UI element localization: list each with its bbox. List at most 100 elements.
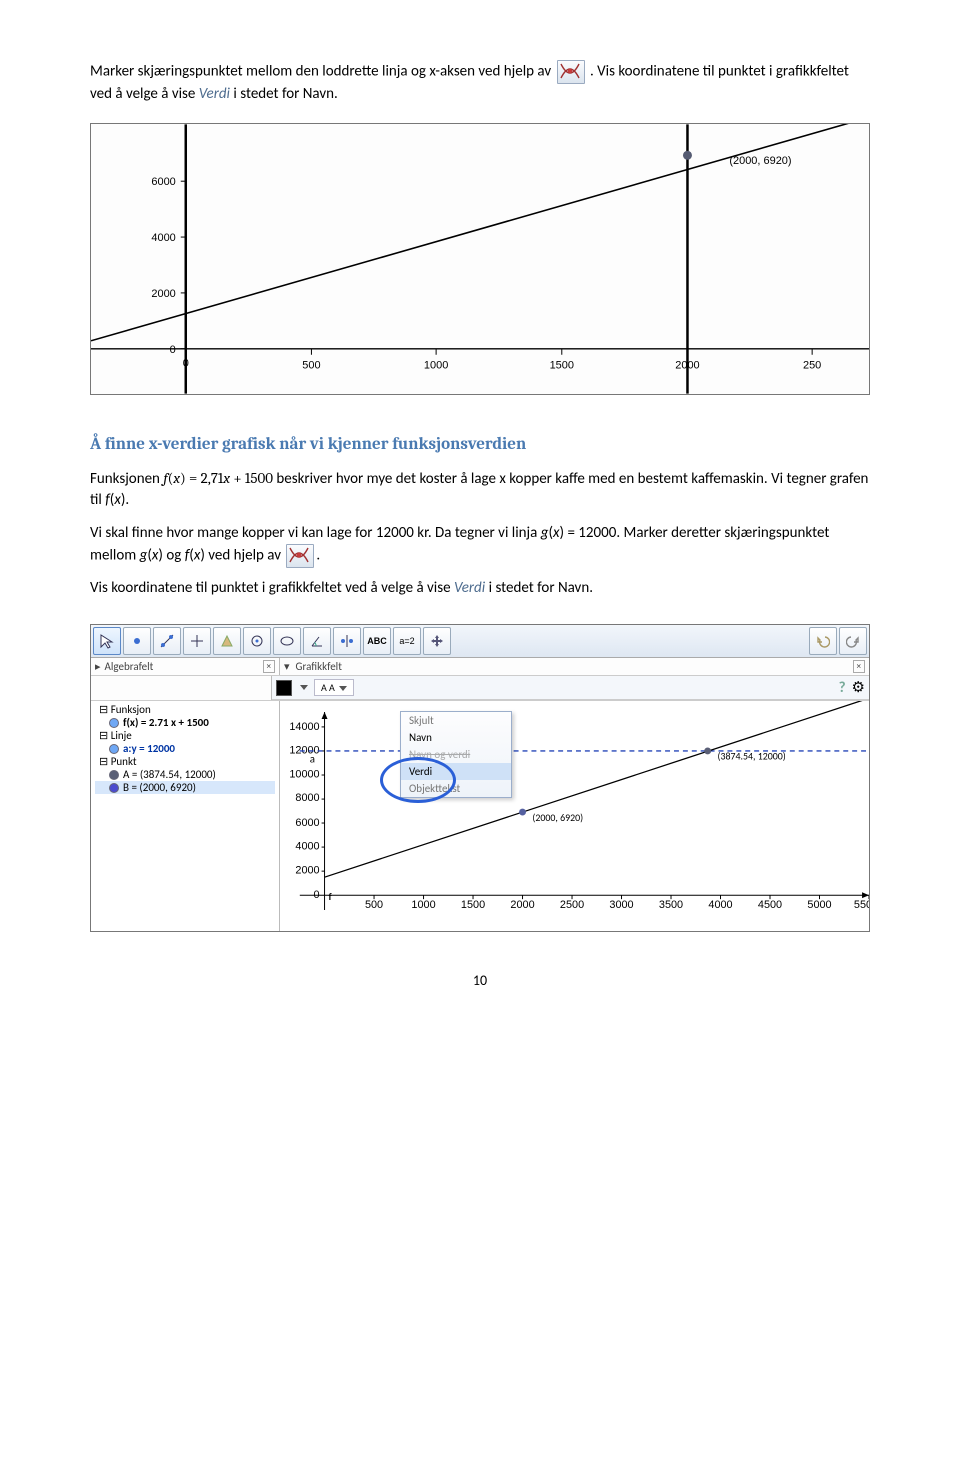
page-number: 10 bbox=[90, 972, 870, 989]
chart-svg-1: 0 2000 4000 6000 0 500 1000 1500 2000 25… bbox=[91, 124, 869, 394]
svg-text:(3874.54, 12000): (3874.54, 12000) bbox=[718, 751, 786, 763]
formula: f(x) = 2,71x + 1500 bbox=[163, 469, 273, 487]
svg-text:2000: 2000 bbox=[510, 899, 534, 911]
svg-text:4000: 4000 bbox=[295, 841, 319, 853]
text: . bbox=[316, 547, 320, 565]
svg-text:1500: 1500 bbox=[550, 360, 574, 372]
help-icon[interactable]: ? bbox=[839, 679, 846, 697]
color-picker[interactable] bbox=[276, 680, 292, 696]
paragraph-3: Vi skal finne hvor mange kopper vi kan l… bbox=[90, 523, 870, 568]
intersect-icon bbox=[286, 544, 314, 568]
tool-angle[interactable] bbox=[303, 627, 331, 655]
section-linje: Linje bbox=[111, 729, 132, 742]
svg-text:8000: 8000 bbox=[295, 792, 319, 804]
text: ) og bbox=[158, 547, 184, 565]
chart-svg-2: 0 2000 4000 6000 8000 10000 12000 14000 … bbox=[280, 701, 869, 931]
tool-reflect[interactable] bbox=[333, 627, 361, 655]
paragraph-4: Vis koordinatene til punktet i grafikkfe… bbox=[90, 578, 870, 599]
app-screenshot: ABC a=2 ▸ Algebrafelt × ▾ Grafikkfelt × … bbox=[90, 624, 870, 932]
tool-point[interactable] bbox=[123, 627, 151, 655]
close-icon[interactable]: × bbox=[263, 660, 275, 673]
text: i stedet for Navn. bbox=[233, 85, 337, 103]
graph-title: Grafikkfelt bbox=[296, 660, 342, 673]
svg-text:1000: 1000 bbox=[424, 360, 448, 372]
text: ). bbox=[121, 491, 129, 509]
svg-text:500: 500 bbox=[365, 899, 383, 911]
tool-poly[interactable] bbox=[213, 627, 241, 655]
item-A[interactable]: A = (3874.54, 12000) bbox=[95, 768, 275, 781]
svg-text:2500: 2500 bbox=[560, 899, 584, 911]
svg-text:4000: 4000 bbox=[151, 232, 175, 244]
heading-find-x: Å finne x-verdier grafisk når vi kjenner… bbox=[90, 435, 870, 454]
tool-ellipse[interactable] bbox=[273, 627, 301, 655]
svg-text:5000: 5000 bbox=[807, 899, 831, 911]
algebra-panel: ⊟ Funksjon f(x) = 2.71 x + 1500 ⊟ Linje … bbox=[91, 701, 280, 931]
text-verdi: Verdi bbox=[199, 85, 230, 103]
svg-text:(2000, 6920): (2000, 6920) bbox=[532, 812, 583, 824]
text: Funksjonen bbox=[90, 470, 163, 488]
section-punkt: Punkt bbox=[111, 755, 137, 768]
svg-text:6000: 6000 bbox=[151, 176, 175, 188]
algebra-title: Algebrafelt bbox=[105, 660, 154, 673]
tree-toggle[interactable]: ⊟ bbox=[99, 755, 108, 768]
label-mode-button[interactable]: A A bbox=[314, 679, 354, 696]
text: Vis koordinatene til punktet i grafikkfe… bbox=[90, 579, 454, 597]
item-B[interactable]: B = (2000, 6920) bbox=[95, 781, 275, 794]
text-verdi: Verdi bbox=[454, 579, 485, 597]
svg-text:3500: 3500 bbox=[659, 899, 683, 911]
svg-text:3000: 3000 bbox=[609, 899, 633, 911]
svg-text:14000: 14000 bbox=[289, 721, 319, 733]
chevron-right-icon: ▸ bbox=[95, 660, 101, 673]
svg-text:1500: 1500 bbox=[461, 899, 485, 911]
svg-text:0: 0 bbox=[314, 889, 320, 901]
tool-perp[interactable] bbox=[183, 627, 211, 655]
text: Marker skjæringspunktet mellom den loddr… bbox=[90, 63, 555, 81]
menu-item-navn[interactable]: Navn bbox=[401, 729, 511, 746]
text: i stedet for Navn. bbox=[489, 579, 593, 597]
section-funksjon: Funksjon bbox=[111, 703, 151, 716]
text: ) ved hjelp av bbox=[200, 547, 284, 565]
text: Vi skal finne hvor mange kopper vi kan l… bbox=[90, 524, 541, 542]
context-menu[interactable]: Skjult Navn Navn og verdi Verdi Objektte… bbox=[400, 711, 512, 798]
tool-move[interactable] bbox=[93, 627, 121, 655]
gear-icon[interactable]: ⚙ bbox=[852, 678, 865, 697]
close-icon[interactable]: × bbox=[853, 660, 865, 673]
menu-item-skjult[interactable]: Skjult bbox=[401, 712, 511, 729]
svg-text:2000: 2000 bbox=[675, 360, 699, 372]
tool-undo[interactable] bbox=[809, 627, 837, 655]
svg-text:a: a bbox=[310, 753, 315, 766]
svg-text:(2000, 6920): (2000, 6920) bbox=[729, 155, 791, 167]
tool-slider[interactable]: a=2 bbox=[393, 627, 421, 655]
tool-move-view[interactable] bbox=[423, 627, 451, 655]
menu-item-objekttekst[interactable]: Objekttekst bbox=[401, 780, 511, 797]
tool-redo[interactable] bbox=[839, 627, 867, 655]
svg-text:5500: 5500 bbox=[854, 899, 869, 911]
tree-toggle[interactable]: ⊟ bbox=[99, 729, 108, 742]
item-fx[interactable]: f(x) = 2.71 x + 1500 bbox=[95, 716, 275, 729]
svg-text:0: 0 bbox=[170, 344, 176, 356]
tool-line[interactable] bbox=[153, 627, 181, 655]
intersect-icon bbox=[557, 60, 585, 84]
chevron-down-icon bbox=[300, 685, 308, 690]
svg-text:10000: 10000 bbox=[289, 768, 319, 780]
svg-text:6000: 6000 bbox=[295, 817, 319, 829]
toolbar: ABC a=2 bbox=[91, 625, 869, 658]
svg-text:250: 250 bbox=[803, 360, 821, 372]
svg-text:0: 0 bbox=[183, 358, 189, 370]
svg-text:500: 500 bbox=[302, 360, 320, 372]
svg-text:4000: 4000 bbox=[708, 899, 732, 911]
tree-toggle[interactable]: ⊟ bbox=[99, 703, 108, 716]
tool-circle[interactable] bbox=[243, 627, 271, 655]
menu-item-navn-verdi[interactable]: Navn og verdi bbox=[401, 746, 511, 763]
chevron-down-icon: ▾ bbox=[284, 660, 290, 673]
menu-item-verdi[interactable]: Verdi bbox=[401, 763, 511, 780]
paragraph-2: Funksjonen f(x) = 2,71x + 1500 beskriver… bbox=[90, 468, 870, 511]
svg-text:2000: 2000 bbox=[295, 864, 319, 876]
tool-text[interactable]: ABC bbox=[363, 627, 391, 655]
item-a[interactable]: a:y = 12000 bbox=[95, 742, 275, 755]
svg-text:2000: 2000 bbox=[151, 288, 175, 300]
graph-area[interactable]: 0 2000 4000 6000 8000 10000 12000 14000 … bbox=[280, 701, 869, 931]
paragraph-1: Marker skjæringspunktet mellom den loddr… bbox=[90, 60, 870, 105]
svg-text:f: f bbox=[329, 891, 333, 903]
graph-figure-1: 0 2000 4000 6000 0 500 1000 1500 2000 25… bbox=[90, 123, 870, 395]
